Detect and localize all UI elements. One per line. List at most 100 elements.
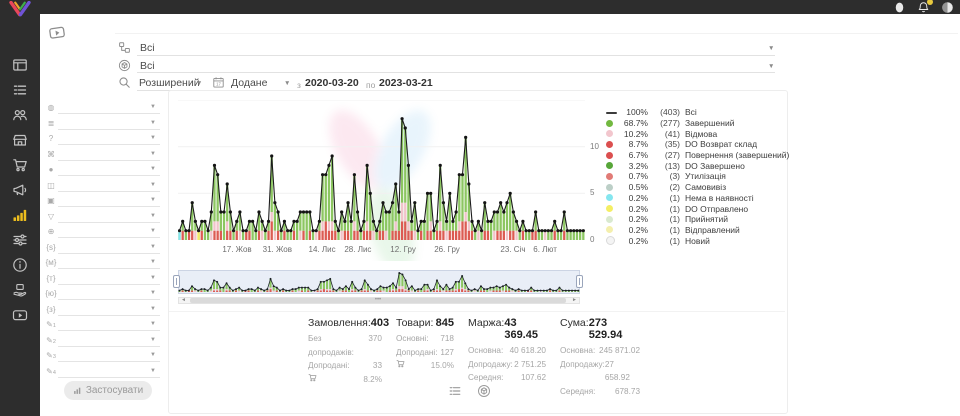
stat-subvalue: 370 xyxy=(368,332,382,359)
notification-badge xyxy=(927,0,933,5)
legend-item[interactable]: 0.2%(1)Новий xyxy=(606,235,784,246)
main-chart[interactable] xyxy=(178,100,585,241)
legend-item[interactable]: 6.7%(27)Повернення (завершений) xyxy=(606,150,784,161)
scroll-right-arrow-icon[interactable]: ► xyxy=(572,297,577,304)
rail-customers[interactable] xyxy=(0,102,40,127)
filter-var-yu[interactable]: {ю}▼ xyxy=(40,286,165,302)
field-underline xyxy=(58,160,160,161)
legend-item[interactable]: 3.2%(13)DO Завершено xyxy=(606,160,784,171)
filter-currency[interactable]: ◍▼ xyxy=(40,100,165,116)
legend-marker xyxy=(606,120,619,127)
stat-group: Товари:845Основні:718Допродані:12715.0% xyxy=(396,317,454,373)
legend-item[interactable]: 8.7%(35)DO Возврат склад xyxy=(606,139,784,150)
legend-item[interactable]: 0.2%(1)Відправлений xyxy=(606,225,784,236)
stat-subvalue: 8.2% xyxy=(363,373,382,387)
filter-custom-4-icon: ✎4 xyxy=(45,367,57,378)
stat-value: 43 369.45 xyxy=(504,317,546,341)
navigator-right-handle[interactable] xyxy=(576,275,583,288)
date-field-select[interactable]: Додане xyxy=(231,77,267,89)
rail-shipping[interactable] xyxy=(0,277,40,302)
legend-marker xyxy=(606,205,619,212)
filter-var-z[interactable]: {з}▼ xyxy=(40,302,165,318)
x-tick-label: 26. Гру xyxy=(434,245,460,254)
legend-item[interactable]: 0.7%(3)Утилізація xyxy=(606,171,784,182)
stat-sublabel: Допродані: xyxy=(308,359,350,373)
stat-group: Замовлення:403Без допродажів:370Допродан… xyxy=(308,317,382,386)
filter-product-type[interactable]: ◫▼ xyxy=(40,178,165,194)
legend-item[interactable]: 0.2%(1)DO Отправлено xyxy=(606,203,784,214)
chevron-down-icon: ▼ xyxy=(768,45,774,52)
products-filter-value: Всі xyxy=(140,60,155,72)
search-mode-select[interactable]: Розширений xyxy=(139,77,200,89)
notifications-bell-icon[interactable] xyxy=(917,1,930,14)
rail-analytics[interactable] xyxy=(0,202,40,227)
filter-var-m-icon: {м} xyxy=(45,258,57,267)
legend-percent: 0.5% xyxy=(619,182,648,192)
navigator-left-handle[interactable] xyxy=(173,275,180,288)
scroll-left-arrow-icon[interactable]: ◄ xyxy=(181,297,186,304)
apply-button[interactable]: Застосувати xyxy=(64,381,152,400)
avatar[interactable] xyxy=(941,1,954,14)
filter-source[interactable]: ⊕▼ xyxy=(40,224,165,240)
filter-structure-icon: ⌘ xyxy=(45,150,57,159)
filter-custom-3[interactable]: ✎3▼ xyxy=(40,348,165,364)
rail-store[interactable] xyxy=(0,127,40,152)
filter-custom-4[interactable]: ✎4▼ xyxy=(40,364,165,380)
rail-marketing[interactable] xyxy=(0,177,40,202)
filter-statuses[interactable]: ≣▼ xyxy=(40,116,165,132)
filter-var-s[interactable]: {s}▼ xyxy=(40,240,165,256)
legend-item[interactable]: 0.2%(1)Прийнятий xyxy=(606,214,784,225)
calendar-icon[interactable]: 17 xyxy=(212,76,225,89)
date-from-input[interactable]: 2020-03-20 xyxy=(305,77,359,89)
legend-percent: 0.2% xyxy=(619,214,648,224)
legend-item[interactable]: 0.5%(2)Самовивіз xyxy=(606,182,784,193)
app-logo-icon[interactable] xyxy=(7,1,33,17)
date-to-input[interactable]: 2023-03-21 xyxy=(379,77,433,89)
filter-custom-1[interactable]: ✎1▼ xyxy=(40,317,165,333)
legend-label: DO Завершено xyxy=(685,161,745,171)
mini-bars-icon xyxy=(73,386,82,395)
filter-category[interactable]: ▣▼ xyxy=(40,193,165,209)
search-icon[interactable] xyxy=(118,76,131,89)
group-by-product-toggle[interactable] xyxy=(477,384,491,398)
rail-dashboard[interactable] xyxy=(0,52,40,77)
filter-var-s-icon: {s} xyxy=(45,243,57,252)
legend-item[interactable]: 0.2%(1)Нема в наявності xyxy=(606,193,784,204)
field-underline xyxy=(58,299,160,300)
legend-item[interactable]: 100%(403)Всі xyxy=(606,107,784,118)
video-tutorial-icon[interactable] xyxy=(45,23,69,43)
legend-label: Відмова xyxy=(685,129,717,139)
rail-settings[interactable] xyxy=(0,227,40,252)
stat-sublabel: Основні: xyxy=(396,332,429,346)
group-by-status-toggle[interactable] xyxy=(448,384,462,398)
field-underline xyxy=(58,361,160,362)
legend-item[interactable]: 10.2%(41)Відмова xyxy=(606,128,784,139)
legend-percent: 6.7% xyxy=(619,150,648,160)
filter-var-t[interactable]: {т}▼ xyxy=(40,271,165,287)
chevron-down-icon: ▼ xyxy=(284,80,290,87)
rail-cart[interactable] xyxy=(0,152,40,177)
filter-funnel[interactable]: ▽▼ xyxy=(40,209,165,225)
filter-help[interactable]: ?▼ xyxy=(40,131,165,147)
stat-subrow: Основна:40 618.20 xyxy=(468,344,546,358)
rail-info[interactable] xyxy=(0,252,40,277)
chevron-down-icon: ▼ xyxy=(150,166,156,172)
stat-subvalue: 718 xyxy=(440,332,454,346)
stat-subrow: Середня:678.73 xyxy=(560,385,640,399)
svg-text:17: 17 xyxy=(216,81,221,86)
header-divider xyxy=(115,33,958,34)
chevron-down-icon: ▼ xyxy=(150,213,156,219)
filter-source-icon: ⊕ xyxy=(45,227,57,236)
legend-swatch xyxy=(606,216,613,223)
rail-orders[interactable] xyxy=(0,77,40,102)
filter-custom-2[interactable]: ✎2▼ xyxy=(40,333,165,349)
stat-title: Маржа: xyxy=(468,317,504,329)
scrollbar-thumb[interactable]: ••• xyxy=(190,298,566,303)
rail-video[interactable] xyxy=(0,302,40,327)
legend-count: (277) xyxy=(651,118,680,128)
filter-var-m[interactable]: {м}▼ xyxy=(40,255,165,271)
filter-payment[interactable]: ●▼ xyxy=(40,162,165,178)
filter-structure[interactable]: ⌘▼ xyxy=(40,147,165,163)
legend-item[interactable]: 68.7%(277)Завершений xyxy=(606,118,784,129)
profile-icon[interactable] xyxy=(893,1,906,14)
